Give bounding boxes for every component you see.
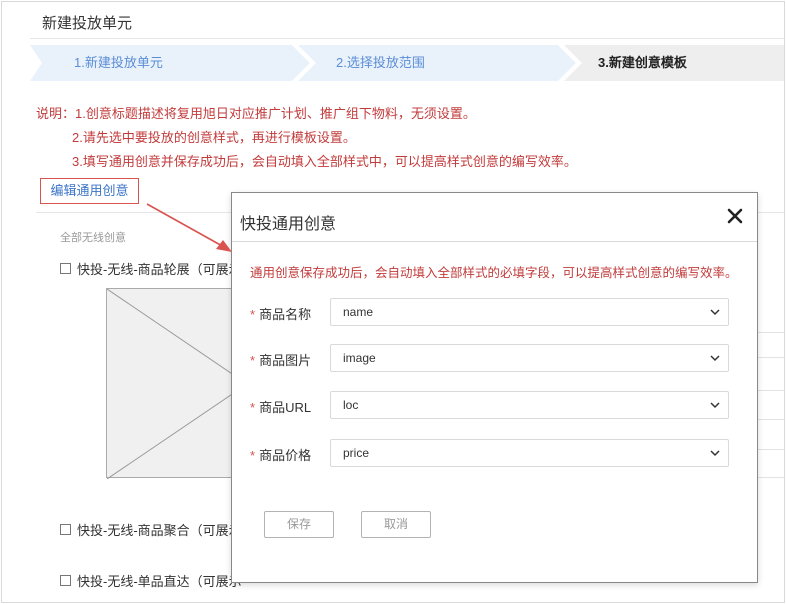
image-placeholder (106, 288, 247, 479)
field-product-image: * 商品图片 image (232, 344, 759, 372)
save-button[interactable]: 保存 (264, 511, 334, 538)
product-price-select[interactable]: price (330, 439, 729, 467)
creative-group-title: 全部无线创意 (60, 232, 126, 244)
required-mark: * (250, 353, 256, 368)
step-3-label: 3.新建创意模板 (598, 55, 687, 70)
note-item-3: 3.填写通用创意并保存成功后，会自动填入全部样式中，可以提高样式创意的编写效率。 (72, 154, 577, 169)
row-divider (758, 332, 784, 333)
page-frame: 新建投放单元 1.新建投放单元 2.选择投放范围 3.新建创意模板 说明：1.创… (1, 1, 785, 603)
chevron-down-icon (710, 355, 720, 362)
modal-divider (232, 241, 757, 242)
creative-item-label: 快投-无线-商品轮展（可展示 (77, 262, 242, 277)
product-url-select[interactable]: loc (330, 391, 729, 419)
creative-item[interactable]: 快投-无线-单品直达（可展示 (60, 571, 242, 590)
field-label-text: 商品URL (259, 400, 312, 415)
select-value: price (343, 446, 370, 460)
note-item-2: 2.请先选中要投放的创意样式，再进行模板设置。 (72, 130, 356, 145)
step-2-label: 2.选择投放范围 (336, 55, 425, 70)
checkbox-icon[interactable] (60, 263, 71, 274)
select-value: name (343, 305, 374, 319)
close-icon[interactable] (725, 206, 745, 226)
required-mark: * (250, 400, 256, 415)
step-2: 2.选择投放范围 (298, 45, 558, 81)
step-1-label: 1.新建投放单元 (74, 55, 163, 70)
field-label-text: 商品名称 (259, 307, 312, 322)
step-1: 1.新建投放单元 (30, 45, 292, 81)
field-label: * 商品价格 (250, 445, 311, 464)
title-divider (30, 38, 784, 39)
row-divider (758, 477, 784, 478)
notes-block: 说明：1.创意标题描述将复用旭日对应推广计划、推广组下物料，无须设置。 2.请先… (36, 102, 577, 174)
required-mark: * (250, 448, 256, 463)
checkbox-icon[interactable] (60, 575, 71, 586)
cancel-button[interactable]: 取消 (361, 511, 431, 538)
field-label: * 商品名称 (250, 304, 311, 323)
chevron-down-icon (710, 402, 720, 409)
row-divider (758, 390, 784, 391)
row-divider (758, 419, 784, 420)
field-product-price: * 商品价格 price (232, 439, 759, 467)
notes-prefix: 说明： (36, 106, 76, 121)
chevron-down-icon (710, 450, 720, 457)
field-product-name: * 商品名称 name (232, 298, 759, 326)
row-divider (758, 449, 784, 450)
field-label-text: 商品图片 (259, 353, 312, 368)
row-divider (758, 357, 784, 358)
field-product-url: * 商品URL loc (232, 391, 759, 419)
select-value: image (343, 351, 376, 365)
checkbox-icon[interactable] (60, 524, 71, 535)
common-creative-modal: 快投通用创意 通用创意保存成功后，会自动填入全部样式的必填字段，可以提高样式创意… (231, 192, 758, 583)
page-title: 新建投放单元 (42, 15, 133, 32)
creative-item-label: 快投-无线-商品聚合（可展示 (77, 523, 242, 538)
field-label: * 商品图片 (250, 350, 311, 369)
chevron-down-icon (710, 309, 720, 316)
edit-common-creative-link[interactable]: 编辑通用创意 (40, 178, 139, 204)
select-value: loc (343, 398, 359, 412)
note-item-1: 1.创意标题描述将复用旭日对应推广计划、推广组下物料，无须设置。 (75, 106, 476, 121)
product-name-select[interactable]: name (330, 298, 729, 326)
required-mark: * (250, 307, 256, 322)
modal-tip: 通用创意保存成功后，会自动填入全部样式的必填字段，可以提高样式创意的编写效率。 (250, 266, 738, 280)
product-image-select[interactable]: image (330, 344, 729, 372)
field-label-text: 商品价格 (259, 448, 312, 463)
placeholder-cross (107, 289, 247, 479)
creative-item[interactable]: 快投-无线-商品聚合（可展示 (60, 520, 242, 539)
modal-title: 快投通用创意 (240, 216, 337, 233)
creative-item[interactable]: 快投-无线-商品轮展（可展示 (60, 259, 242, 278)
step-bar: 1.新建投放单元 2.选择投放范围 3.新建创意模板 (30, 45, 784, 81)
step-3: 3.新建创意模板 (564, 45, 784, 81)
creative-item-label: 快投-无线-单品直达（可展示 (77, 574, 242, 589)
field-label: * 商品URL (250, 397, 311, 416)
